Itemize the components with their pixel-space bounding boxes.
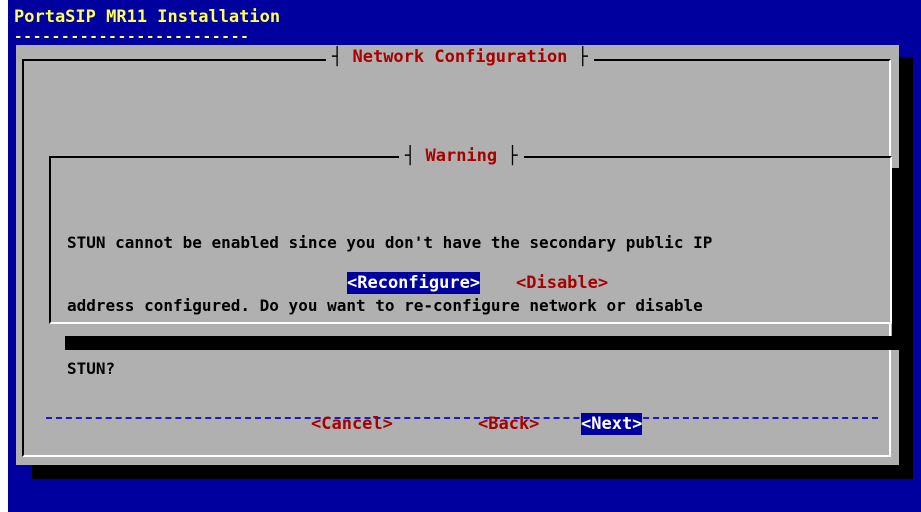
dialog-title-label: Warning <box>425 146 498 166</box>
disable-button[interactable]: <Disable> <box>516 272 608 294</box>
window-title: ┤ Network Configuration ├ <box>326 46 594 68</box>
warning-message-line: STUN cannot be enabled since you don't h… <box>67 233 713 252</box>
reconfigure-button[interactable]: <Reconfigure> <box>347 272 481 294</box>
window-title-label: Network Configuration <box>352 47 568 67</box>
installer-title: PortaSIP MR11 Installation <box>14 7 281 27</box>
terminal-screen: PortaSIP MR11 Installation -------------… <box>8 0 921 512</box>
dialog-shadow-right <box>892 168 906 336</box>
title-bracket-left: ┤ <box>332 47 353 67</box>
window-shadow-bottom <box>32 465 913 479</box>
warning-dialog: ┤ Warning ├ STUN cannot be enabled since… <box>49 145 892 378</box>
dialog-title: ┤ Warning ├ <box>399 145 524 167</box>
dialog-bracket-right: ├ <box>497 146 518 166</box>
warning-message: STUN cannot be enabled since you don't h… <box>67 190 712 421</box>
warning-message-line: address configured. Do you want to re-co… <box>67 296 703 315</box>
warning-message-line: STUN? <box>67 359 116 378</box>
dialog-bracket-left: ┤ <box>405 146 426 166</box>
title-bracket-right: ├ <box>567 47 588 67</box>
